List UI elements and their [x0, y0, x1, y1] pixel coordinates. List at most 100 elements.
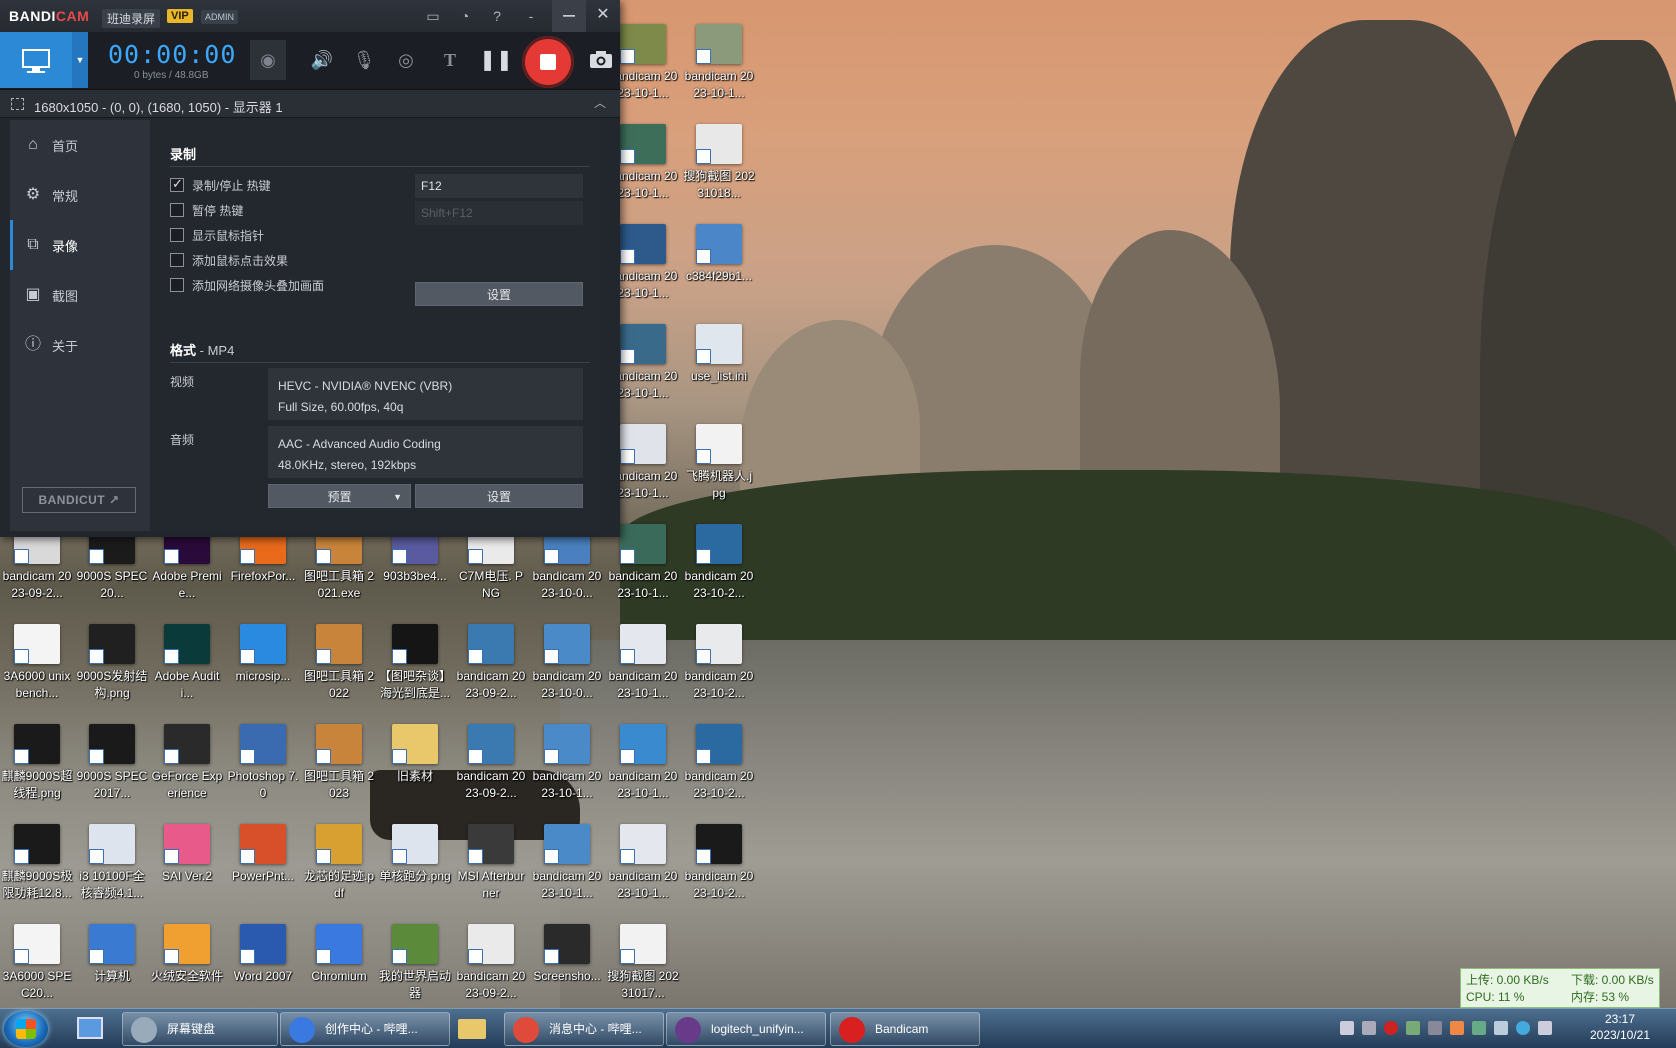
- desktop-icon[interactable]: 飞腾机器人.jpg: [682, 418, 756, 518]
- option-record-hotkey[interactable]: 录制/停止 热键: [170, 176, 271, 194]
- bandicut-button[interactable]: BANDICUT ↗: [22, 487, 136, 513]
- network-icon[interactable]: [1472, 1021, 1486, 1035]
- taskbar-task[interactable]: 屏幕键盘: [122, 1012, 278, 1046]
- pinned-computer-icon[interactable]: [68, 1013, 112, 1045]
- desktop-icon[interactable]: bandicam 2023-10-1...: [606, 818, 680, 918]
- title-bar[interactable]: BANDICAM 班迪录屏 VIP ADMIN ▭ ◔ ? - — ✕: [0, 0, 620, 32]
- desktop-icon[interactable]: PowerPnt...: [226, 818, 300, 918]
- desktop-icon[interactable]: 龙芯的足迹.pdf: [302, 818, 376, 918]
- desktop-icon[interactable]: 图吧工具箱 2022: [302, 618, 376, 718]
- desktop-icon[interactable]: c384f29b1...: [682, 218, 756, 318]
- stop-button[interactable]: [522, 36, 574, 88]
- checkbox[interactable]: [170, 203, 184, 217]
- desktop-icon[interactable]: Word 2007: [226, 918, 300, 1008]
- help-icon[interactable]: ?: [486, 5, 508, 27]
- desktop-icon[interactable]: i3 10100F全核睿频4.1...: [75, 818, 149, 918]
- webcam-settings-button[interactable]: 设置: [415, 282, 583, 306]
- preset-button[interactable]: 预置 ▼: [268, 484, 411, 508]
- security-icon[interactable]: [1450, 1021, 1464, 1035]
- desktop-icon[interactable]: bandicam 2023-09-2...: [454, 618, 528, 718]
- taskbar-task[interactable]: Bandicam: [830, 1012, 980, 1046]
- screen-mode-button[interactable]: [0, 32, 72, 88]
- taskbar-task[interactable]: 消息中心 - 哔哩...: [504, 1012, 664, 1046]
- desktop-icon[interactable]: bandicam 2023-10-2...: [682, 718, 756, 818]
- option-pause-hotkey[interactable]: 暂停 热键: [170, 201, 243, 219]
- webcam-button[interactable]: ◉: [250, 40, 286, 80]
- desktop-icon[interactable]: 麒麟9000S超线程.png: [0, 718, 74, 818]
- desktop-icon[interactable]: 计算机: [75, 918, 149, 1008]
- desktop-icon[interactable]: bandicam 2023-10-2...: [682, 618, 756, 718]
- desktop-icon[interactable]: 3A6000 unixbench...: [0, 618, 74, 718]
- minimize-button[interactable]: —: [552, 0, 586, 32]
- clock[interactable]: 23:17 2023/10/21: [1580, 1011, 1660, 1043]
- close-button[interactable]: ✕: [586, 0, 620, 32]
- action-center-icon[interactable]: [1538, 1021, 1552, 1035]
- capture-area-bar[interactable]: 1680x1050 - (0, 0), (1680, 1050) - 显示器 1…: [0, 90, 620, 118]
- screen-mode-dropdown[interactable]: ▼: [72, 32, 88, 88]
- desktop-icon[interactable]: 搜狗截图 20231018...: [682, 118, 756, 218]
- sidebar-item-general[interactable]: ⚙ 常规: [10, 170, 150, 220]
- taskbar-task[interactable]: logitech_unifyin...: [666, 1012, 826, 1046]
- chevron-up-icon[interactable]: ︿: [594, 94, 606, 111]
- desktop-icon[interactable]: bandicam 2023-10-2...: [682, 518, 756, 618]
- desktop-icon[interactable]: GeForce Experience: [150, 718, 224, 818]
- microphone-icon[interactable]: 🎙: [346, 40, 382, 80]
- tool-icon[interactable]: [1406, 1021, 1420, 1035]
- sidebar-item-video[interactable]: ⧉ 录像: [10, 220, 150, 270]
- desktop-icon[interactable]: 单核跑分.png: [378, 818, 452, 918]
- camera-icon[interactable]: [588, 46, 614, 74]
- record-hotkey-field[interactable]: F12: [415, 174, 583, 198]
- desktop-icon[interactable]: bandicam 2023-10-2...: [682, 818, 756, 918]
- bandicam-window[interactable]: BANDICAM 班迪录屏 VIP ADMIN ▭ ◔ ? - — ✕ ▼ 00…: [0, 0, 620, 537]
- history-icon[interactable]: ◔: [454, 5, 476, 27]
- desktop-icon[interactable]: 旧素材: [378, 718, 452, 818]
- desktop-icon[interactable]: bandicam 2023-10-1...: [530, 818, 604, 918]
- desktop-icon[interactable]: bandicam 2023-10-1...: [682, 18, 756, 118]
- desktop-icon[interactable]: 3A6000 SPEC20...: [0, 918, 74, 1008]
- pause-hotkey-field[interactable]: Shift+F12: [415, 201, 583, 225]
- desktop-icon[interactable]: 火绒安全软件: [150, 918, 224, 1008]
- option-webcam-overlay[interactable]: 添加网络摄像头叠加画面: [170, 276, 324, 294]
- desktop-icon[interactable]: 图吧工具箱 2023: [302, 718, 376, 818]
- mouse-effect-icon[interactable]: ◎: [388, 40, 424, 80]
- desktop-icon[interactable]: 麒麟9000S极限功耗12.8...: [0, 818, 74, 918]
- folder-icon[interactable]: ▭: [422, 5, 444, 27]
- format-settings-button[interactable]: 设置: [415, 484, 583, 508]
- desktop-icon[interactable]: MSI Afterburner: [454, 818, 528, 918]
- restore-icon[interactable]: -: [520, 5, 542, 27]
- checkbox[interactable]: [170, 253, 184, 267]
- desktop-icon[interactable]: bandicam 2023-10-1...: [530, 718, 604, 818]
- desktop-icon[interactable]: bandicam 2023-09-2...: [454, 718, 528, 818]
- option-show-cursor[interactable]: 显示鼠标指针: [170, 226, 264, 244]
- audio-format-box[interactable]: AAC - Advanced Audio Coding 48.0KHz, ste…: [268, 426, 583, 478]
- checkbox[interactable]: [170, 228, 184, 242]
- desktop-icon[interactable]: microsip...: [226, 618, 300, 718]
- desktop-icon[interactable]: 9000S发射结构.png: [75, 618, 149, 718]
- desktop-icon[interactable]: 搜狗截图 20231017...: [606, 918, 680, 1008]
- record-icon[interactable]: [1384, 1021, 1398, 1035]
- desktop-icon[interactable]: use_list.ini: [682, 318, 756, 418]
- text-overlay-icon[interactable]: T: [432, 40, 468, 80]
- desktop-icon[interactable]: 9000S SPEC2017...: [75, 718, 149, 818]
- desktop-icon[interactable]: bandicam 2023-09-2...: [454, 918, 528, 1008]
- desktop-icon[interactable]: Screensho...: [530, 918, 604, 1008]
- checkbox[interactable]: [170, 278, 184, 292]
- desktop-icon[interactable]: Chromium: [302, 918, 376, 1008]
- desktop[interactable]: bandicam 2023-10-1... bandicam 2023-10-1.…: [0, 0, 1676, 1008]
- desktop-icon[interactable]: SAI Ver.2: [150, 818, 224, 918]
- checkbox[interactable]: [170, 176, 184, 192]
- pinned-explorer-icon[interactable]: [452, 1013, 492, 1045]
- desktop-icon[interactable]: bandicam 2023-10-0...: [530, 618, 604, 718]
- chevron-up-icon[interactable]: [1362, 1021, 1376, 1035]
- desktop-icon[interactable]: Photoshop 7.0: [226, 718, 300, 818]
- flag-icon[interactable]: [1428, 1021, 1442, 1035]
- taskbar-task[interactable]: 创作中心 - 哔哩...: [280, 1012, 450, 1046]
- sidebar-item-image[interactable]: ▣ 截图: [10, 270, 150, 320]
- desktop-icon[interactable]: Adobe Auditi...: [150, 618, 224, 718]
- network-monitor-widget[interactable]: 上传: 0.00 KB/s 下载: 0.00 KB/s CPU: 11 % 内存: …: [1460, 968, 1660, 1008]
- speaker-icon[interactable]: 🔊: [304, 40, 340, 80]
- pause-button[interactable]: ❚❚: [478, 40, 514, 80]
- desktop-icon[interactable]: bandicam 2023-10-1...: [606, 618, 680, 718]
- desktop-icon[interactable]: bandicam 2023-10-1...: [606, 718, 680, 818]
- sidebar-item-about[interactable]: ⓘ 关于: [10, 320, 150, 370]
